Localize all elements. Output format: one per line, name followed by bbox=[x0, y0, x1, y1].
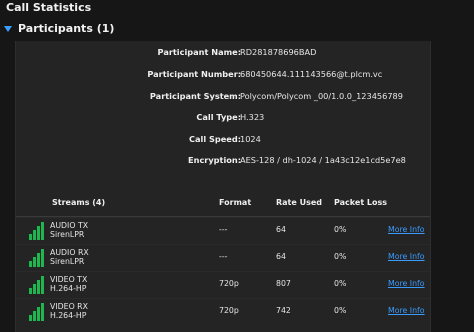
stream-name: AUDIO RX SirenLPR bbox=[50, 248, 89, 266]
stream-format: 720p bbox=[219, 279, 239, 288]
stream-name: VIDEO TX H.264-HP bbox=[50, 275, 87, 293]
signal-bar bbox=[29, 315, 32, 321]
stream-packet-loss: 0% bbox=[334, 225, 347, 234]
stream-format: --- bbox=[219, 225, 228, 234]
stream-codec: SirenLPR bbox=[50, 230, 85, 239]
info-label: Participant Number: bbox=[147, 69, 241, 79]
signal-bar bbox=[41, 222, 44, 240]
signal-bar bbox=[37, 280, 40, 294]
info-row-call-speed: Call Speed: 1024 bbox=[16, 134, 430, 148]
stream-name: AUDIO TX SirenLPR bbox=[50, 221, 88, 239]
stream-row-audio-tx: AUDIO TX SirenLPR --- 64 0% More Info bbox=[16, 217, 430, 244]
stream-row-video-rx: VIDEO RX H.264-HP 720p 742 0% More Info bbox=[16, 298, 430, 325]
info-value: 680450644.111143566@t.plcm.vc bbox=[240, 69, 383, 79]
info-label: Call Type: bbox=[196, 112, 241, 122]
participant-details-panel: Participant Name: RD281878696BAD Partici… bbox=[15, 41, 431, 332]
stream-type: AUDIO RX bbox=[50, 248, 89, 257]
format-column-header: Format bbox=[219, 198, 252, 207]
info-value: RD281878696BAD bbox=[240, 47, 317, 57]
info-value: AES-128 / dh-1024 / 1a43c12e1cd5e7e8 bbox=[240, 155, 406, 165]
stream-packet-loss: 0% bbox=[334, 279, 347, 288]
signal-strength-icon bbox=[29, 249, 44, 267]
signal-bar bbox=[29, 288, 32, 294]
signal-bar bbox=[41, 276, 44, 294]
stream-packet-loss: 0% bbox=[334, 306, 347, 315]
signal-bar bbox=[29, 234, 32, 240]
signal-bar bbox=[33, 230, 36, 240]
signal-strength-icon bbox=[29, 303, 44, 321]
participants-header-label: Participants (1) bbox=[18, 22, 115, 35]
info-row-participant-system: Participant System: Polycom/Polycom _00/… bbox=[16, 91, 430, 105]
signal-bar bbox=[41, 249, 44, 267]
stream-format: 720p bbox=[219, 306, 239, 315]
signal-bar bbox=[33, 257, 36, 267]
streams-column-header: Streams (4) bbox=[52, 198, 106, 207]
signal-bar bbox=[37, 307, 40, 321]
info-value: H.323 bbox=[240, 112, 265, 122]
more-info-link[interactable]: More Info bbox=[388, 279, 425, 288]
info-label: Participant Name: bbox=[157, 47, 241, 57]
signal-bar bbox=[29, 261, 32, 267]
rate-used-column-header: Rate Used bbox=[276, 198, 323, 207]
participants-section-toggle[interactable]: Participants (1) bbox=[4, 22, 114, 35]
info-label: Participant System: bbox=[149, 91, 241, 101]
stream-name: VIDEO RX H.264-HP bbox=[50, 302, 88, 320]
streams-table-header: Streams (4) Format Rate Used Packet Loss bbox=[16, 198, 430, 212]
signal-bar bbox=[41, 303, 44, 321]
stream-codec: SirenLPR bbox=[50, 257, 85, 266]
caret-down-icon bbox=[4, 25, 12, 32]
stream-type: VIDEO TX bbox=[50, 275, 88, 284]
info-row-encryption: Encryption: AES-128 / dh-1024 / 1a43c12e… bbox=[16, 155, 430, 169]
stream-rate: 64 bbox=[276, 252, 286, 261]
info-value: 1024 bbox=[240, 134, 261, 144]
stream-rate: 742 bbox=[276, 306, 291, 315]
packet-loss-column-header: Packet Loss bbox=[334, 198, 388, 207]
info-row-participant-name: Participant Name: RD281878696BAD bbox=[16, 47, 430, 61]
info-value: Polycom/Polycom _00/1.0.0_123456789 bbox=[240, 91, 403, 101]
signal-bar bbox=[33, 311, 36, 321]
stream-rate: 64 bbox=[276, 225, 286, 234]
more-info-link[interactable]: More Info bbox=[388, 252, 425, 261]
stream-codec: H.264-HP bbox=[50, 284, 87, 293]
signal-bar bbox=[33, 284, 36, 294]
signal-bar bbox=[37, 253, 40, 267]
info-label: Call Speed: bbox=[189, 134, 241, 144]
stream-type: AUDIO TX bbox=[50, 221, 89, 230]
info-row-call-type: Call Type: H.323 bbox=[16, 112, 430, 126]
info-label: Encryption: bbox=[188, 155, 241, 165]
signal-bar bbox=[37, 226, 40, 240]
more-info-link[interactable]: More Info bbox=[388, 306, 425, 315]
stream-codec: H.264-HP bbox=[50, 311, 87, 320]
more-info-link[interactable]: More Info bbox=[388, 225, 425, 234]
info-row-participant-number: Participant Number: 680450644.111143566@… bbox=[16, 69, 430, 83]
signal-strength-icon bbox=[29, 276, 44, 294]
stream-row-audio-rx: AUDIO RX SirenLPR --- 64 0% More Info bbox=[16, 244, 430, 271]
stream-packet-loss: 0% bbox=[334, 252, 347, 261]
page-title: Call Statistics bbox=[6, 1, 92, 14]
stream-format: --- bbox=[219, 252, 228, 261]
stream-rate: 807 bbox=[276, 279, 291, 288]
stream-type: VIDEO RX bbox=[50, 302, 88, 311]
signal-strength-icon bbox=[29, 222, 44, 240]
stream-row-video-tx: VIDEO TX H.264-HP 720p 807 0% More Info bbox=[16, 271, 430, 298]
